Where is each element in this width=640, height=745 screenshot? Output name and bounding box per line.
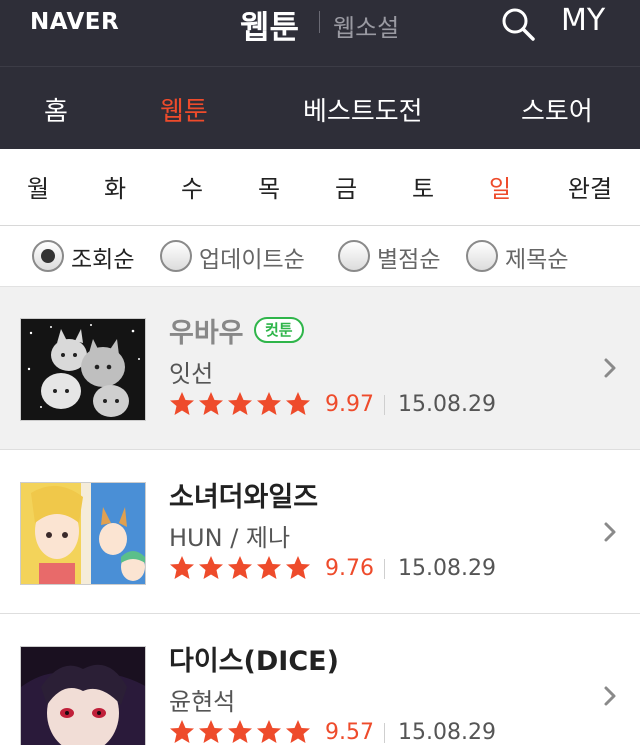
radio-icon[interactable] [338,240,370,272]
update-date: 15.08.29 [398,556,496,581]
sort-label: 별점순 [377,247,441,273]
top-header: NAVER 웹툰 웹소설 MY [0,0,640,66]
star-icon [286,720,310,743]
star-icon [199,720,223,743]
star-icon [199,392,223,415]
webnovel-link[interactable]: 웹소설 [333,8,399,43]
star-icon [257,556,281,579]
star-icon [228,720,252,743]
sort-label: 제목순 [505,247,569,273]
star-icon [228,392,252,415]
webtoon-author: 윤현석 [169,688,236,716]
my-button[interactable]: MY [561,3,605,38]
tab-wed[interactable]: 수 [162,169,222,204]
radio-icon[interactable] [160,240,192,272]
thumbnail [20,482,146,585]
tab-sat[interactable]: 토 [393,169,453,204]
star-icon [286,556,310,579]
tab-thu[interactable]: 목 [239,169,299,204]
sort-label: 업데이트순 [199,247,305,273]
weekday-tabs: 월 화 수 목 금 토 일 완결 [0,149,640,226]
chevron-right-icon [604,522,616,542]
nav-item-home[interactable]: 홈 [44,91,68,128]
main-nav: 홈 웹툰 베스트도전 스토어 [0,66,640,149]
tab-mon[interactable]: 월 [8,169,68,204]
tab-sun[interactable]: 일 [470,169,530,204]
list-item[interactable]: 우바우 컷툰 잇선 9.97 15.08.29 [0,287,640,450]
list-item[interactable]: 소녀더와일즈 HUN / 제나 9.76 15.08.29 [0,451,640,614]
title-divider [319,11,320,33]
webtoon-title: 우바우 [169,318,244,349]
search-button[interactable] [500,6,536,42]
thumbnail [20,646,146,745]
star-icon [199,556,223,579]
chevron-right-icon [604,358,616,378]
update-date: 15.08.29 [398,392,496,417]
rating-score: 9.76 [325,556,374,581]
thumbnail [20,318,146,421]
rating-score: 9.57 [325,720,374,745]
tab-fri[interactable]: 금 [316,169,376,204]
star-icon [257,720,281,743]
radio-icon[interactable] [466,240,498,272]
list-item[interactable]: 다이스(DICE) 윤현석 9.57 15.08.29 [0,615,640,745]
nav-item-best-challenge[interactable]: 베스트도전 [303,91,423,128]
star-icon [228,556,252,579]
divider [384,723,385,743]
chevron-right-icon [604,686,616,706]
search-icon [502,8,535,41]
tab-tue[interactable]: 화 [85,169,145,204]
divider [384,395,385,415]
webtoon-title: 소녀더와일즈 [169,482,319,513]
divider [384,559,385,579]
star-icon [257,392,281,415]
nav-item-webtoon[interactable]: 웹툰 [160,91,208,128]
star-icon [286,392,310,415]
naver-logo[interactable]: NAVER [30,9,119,35]
rating-score: 9.97 [325,392,374,417]
webtoon-author: HUN / 제나 [169,524,291,552]
star-icon [170,720,194,743]
nav-item-store[interactable]: 스토어 [521,91,593,128]
sort-options: 조회순 업데이트순 별점순 제목순 [0,226,640,287]
star-icon [170,556,194,579]
star-icon [170,392,194,415]
webtoon-title: 다이스(DICE) [169,646,339,677]
tab-completed[interactable]: 완결 [560,169,620,204]
page-title[interactable]: 웹툰 [240,2,299,48]
webtoon-author: 잇선 [169,360,214,388]
sort-label: 조회순 [71,247,135,273]
cuttoon-badge: 컷툰 [254,317,304,343]
update-date: 15.08.29 [398,720,496,745]
radio-checked-icon[interactable] [32,240,64,272]
